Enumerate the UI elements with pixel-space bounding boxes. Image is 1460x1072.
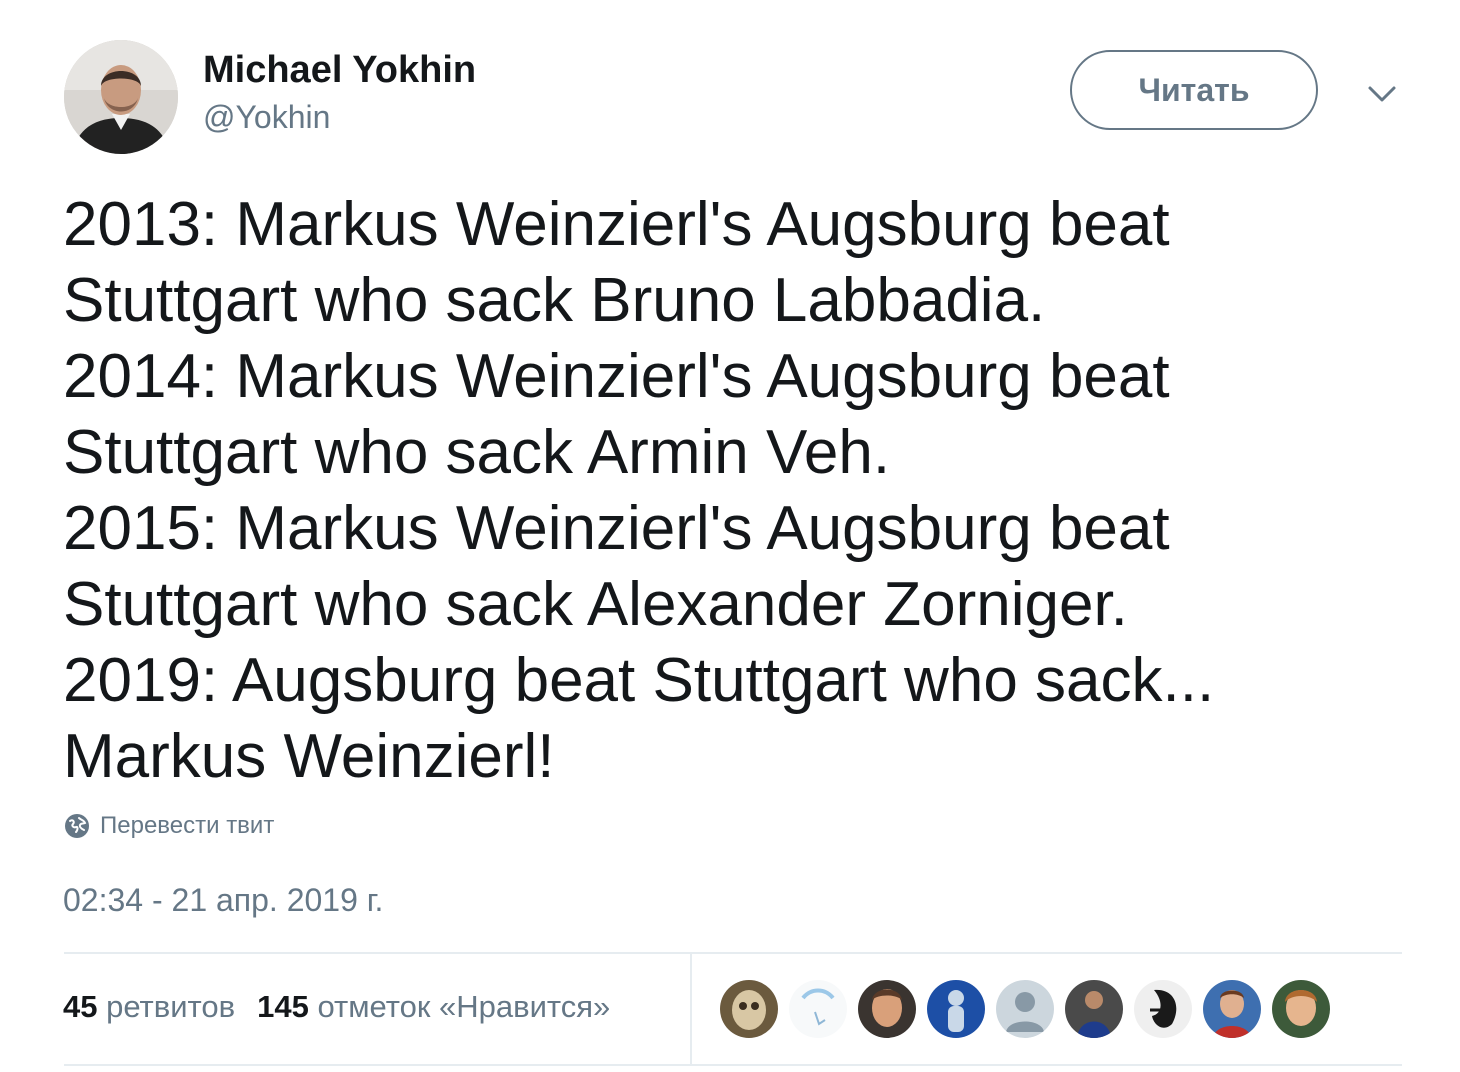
retweets-stat[interactable]: 45 ретвитов [63, 987, 235, 1027]
tweet-text-line: 2019: Augsburg beat Stuttgart who sack..… [63, 646, 1215, 715]
likes-stat[interactable]: 145 отметок «Нравится» [257, 987, 610, 1027]
liker-avatars [720, 980, 1341, 1040]
liker-avatar[interactable] [1134, 980, 1192, 1038]
liker-avatar[interactable] [858, 980, 916, 1038]
author-avatar[interactable] [64, 40, 178, 154]
tweet-card: Michael Yokhin @Yokhin Читать 2013: Mark… [0, 0, 1460, 1072]
author-handle[interactable]: @Yokhin [203, 97, 330, 137]
retweets-count: 45 [63, 989, 98, 1024]
follow-button[interactable]: Читать [1070, 50, 1318, 130]
divider [64, 952, 1402, 954]
translate-label: Перевести твит [100, 812, 275, 839]
tweet-text-line: 2014: Markus Weinzierl's Augsburg beat [63, 342, 1170, 411]
tweet-text-line: Stuttgart who sack Bruno Labbadia. [63, 266, 1046, 335]
divider [64, 1064, 1402, 1066]
liker-avatar[interactable] [1203, 980, 1261, 1038]
tweet-text-line: Stuttgart who sack Alexander Zorniger. [63, 570, 1128, 639]
chevron-down-icon[interactable] [1362, 74, 1402, 114]
tweet-stats: 45 ретвитов 145 отметок «Нравится» [63, 987, 610, 1027]
author-name[interactable]: Michael Yokhin [203, 48, 476, 92]
liker-avatar[interactable] [720, 980, 778, 1038]
tweet-text-line: 2015: Markus Weinzierl's Augsburg beat [63, 494, 1170, 563]
liker-avatar[interactable] [996, 980, 1054, 1038]
translate-tweet-link[interactable]: Перевести твит [64, 812, 274, 840]
liker-avatar[interactable] [1065, 980, 1123, 1038]
tweet-text-line: Stuttgart who sack Armin Veh. [63, 418, 891, 487]
divider [690, 954, 692, 1064]
globe-icon [65, 814, 89, 838]
likes-label: отметок «Нравится» [317, 989, 611, 1024]
liker-avatar[interactable] [1272, 980, 1330, 1038]
liker-avatar[interactable] [789, 980, 847, 1038]
tweet-text-line: 2013: Markus Weinzierl's Augsburg beat [63, 190, 1170, 259]
tweet-text-line: Markus Weinzierl! [63, 722, 555, 791]
tweet-text: 2013: Markus Weinzierl's Augsburg beat S… [63, 187, 1403, 795]
liker-avatar[interactable] [927, 980, 985, 1038]
likes-count: 145 [257, 989, 309, 1024]
retweets-label: ретвитов [106, 989, 236, 1024]
tweet-timestamp[interactable]: 02:34 - 21 апр. 2019 г. [63, 880, 383, 920]
